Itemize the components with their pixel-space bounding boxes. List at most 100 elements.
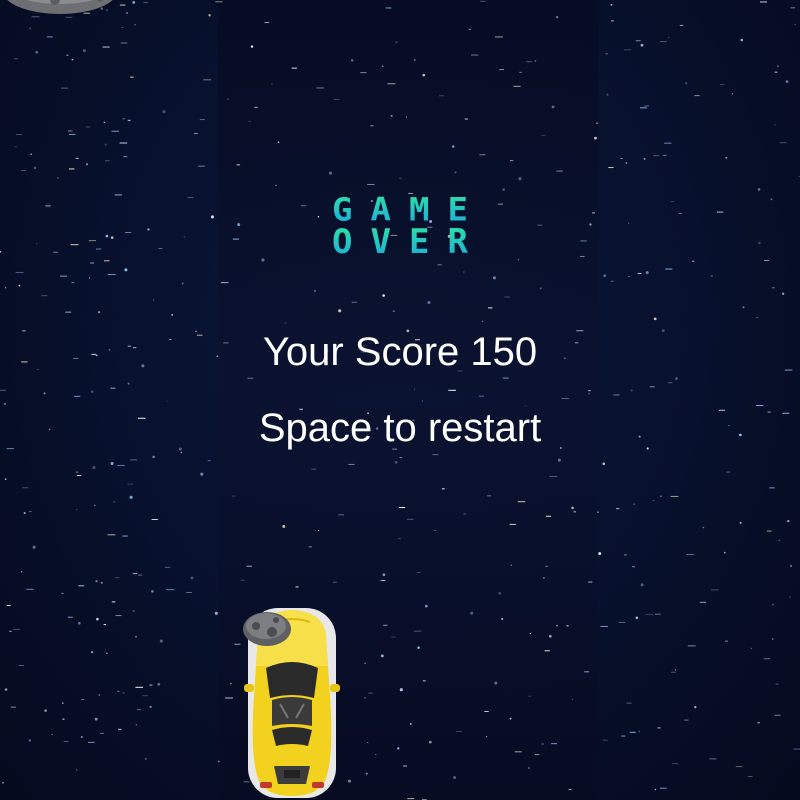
star (198, 165, 205, 167)
star (82, 49, 86, 53)
star (720, 83, 725, 85)
star (338, 514, 345, 516)
star (588, 390, 591, 392)
star (91, 390, 94, 393)
star (142, 695, 149, 697)
star (480, 0, 486, 2)
star (208, 14, 211, 17)
star (35, 50, 39, 54)
star (364, 697, 366, 699)
star (770, 198, 773, 201)
star (275, 184, 277, 187)
star (10, 706, 16, 708)
star (46, 36, 53, 38)
star (623, 49, 632, 51)
star (509, 160, 514, 162)
star (68, 133, 76, 135)
star (123, 156, 128, 158)
star (28, 739, 31, 742)
star (6, 605, 11, 607)
star (385, 7, 392, 9)
star (438, 95, 445, 97)
star (28, 511, 32, 513)
star (105, 160, 110, 162)
star (71, 282, 75, 284)
star (4, 688, 8, 691)
star (65, 311, 72, 313)
star (104, 143, 107, 146)
star (45, 205, 51, 207)
star (186, 591, 192, 593)
star (60, 275, 67, 277)
star (422, 680, 426, 682)
star (117, 465, 125, 467)
star (662, 154, 667, 156)
star (660, 495, 662, 498)
star (390, 114, 393, 117)
star (470, 611, 474, 615)
star (726, 471, 731, 473)
star (144, 757, 147, 761)
star (124, 268, 128, 272)
star (510, 564, 513, 566)
star (502, 377, 509, 379)
star (4, 478, 7, 481)
star (774, 124, 776, 126)
star (5, 287, 7, 289)
star (33, 166, 37, 170)
star (637, 272, 642, 274)
game-canvas[interactable]: GAME OVER Your Score 150 Space to restar… (0, 0, 800, 800)
star (100, 732, 104, 734)
star (413, 630, 422, 632)
star (370, 125, 374, 127)
star (494, 681, 498, 685)
star (277, 141, 280, 144)
restart-instruction: Space to restart (258, 406, 542, 450)
star (261, 258, 265, 262)
star (633, 503, 635, 505)
star (308, 546, 313, 548)
star (725, 640, 728, 642)
star (75, 157, 79, 159)
star (528, 695, 532, 697)
star (348, 463, 355, 465)
star (90, 650, 94, 654)
star (67, 616, 73, 618)
star (416, 571, 421, 573)
star (463, 271, 465, 273)
star (573, 511, 577, 513)
star (166, 589, 175, 591)
star (348, 779, 352, 783)
star (763, 658, 771, 660)
star (98, 311, 101, 314)
star (629, 731, 636, 733)
star (114, 194, 122, 196)
star (779, 142, 787, 144)
star (2, 781, 4, 784)
star (364, 662, 366, 665)
star (653, 155, 660, 157)
star (774, 71, 778, 73)
star (56, 177, 60, 179)
asteroid-icon (7, 0, 113, 14)
star (551, 743, 557, 745)
star (135, 686, 144, 688)
star (725, 156, 728, 159)
star (95, 580, 98, 583)
star (129, 495, 133, 499)
star (227, 98, 229, 100)
star (365, 772, 368, 775)
star (126, 12, 128, 14)
star (561, 397, 569, 399)
star (667, 382, 673, 384)
star (603, 739, 608, 741)
star (94, 504, 96, 507)
star (207, 460, 211, 462)
star (328, 171, 333, 175)
star (130, 459, 138, 461)
star (29, 27, 31, 30)
star (127, 119, 131, 121)
star (778, 539, 780, 542)
star (777, 65, 779, 68)
star (541, 743, 544, 745)
